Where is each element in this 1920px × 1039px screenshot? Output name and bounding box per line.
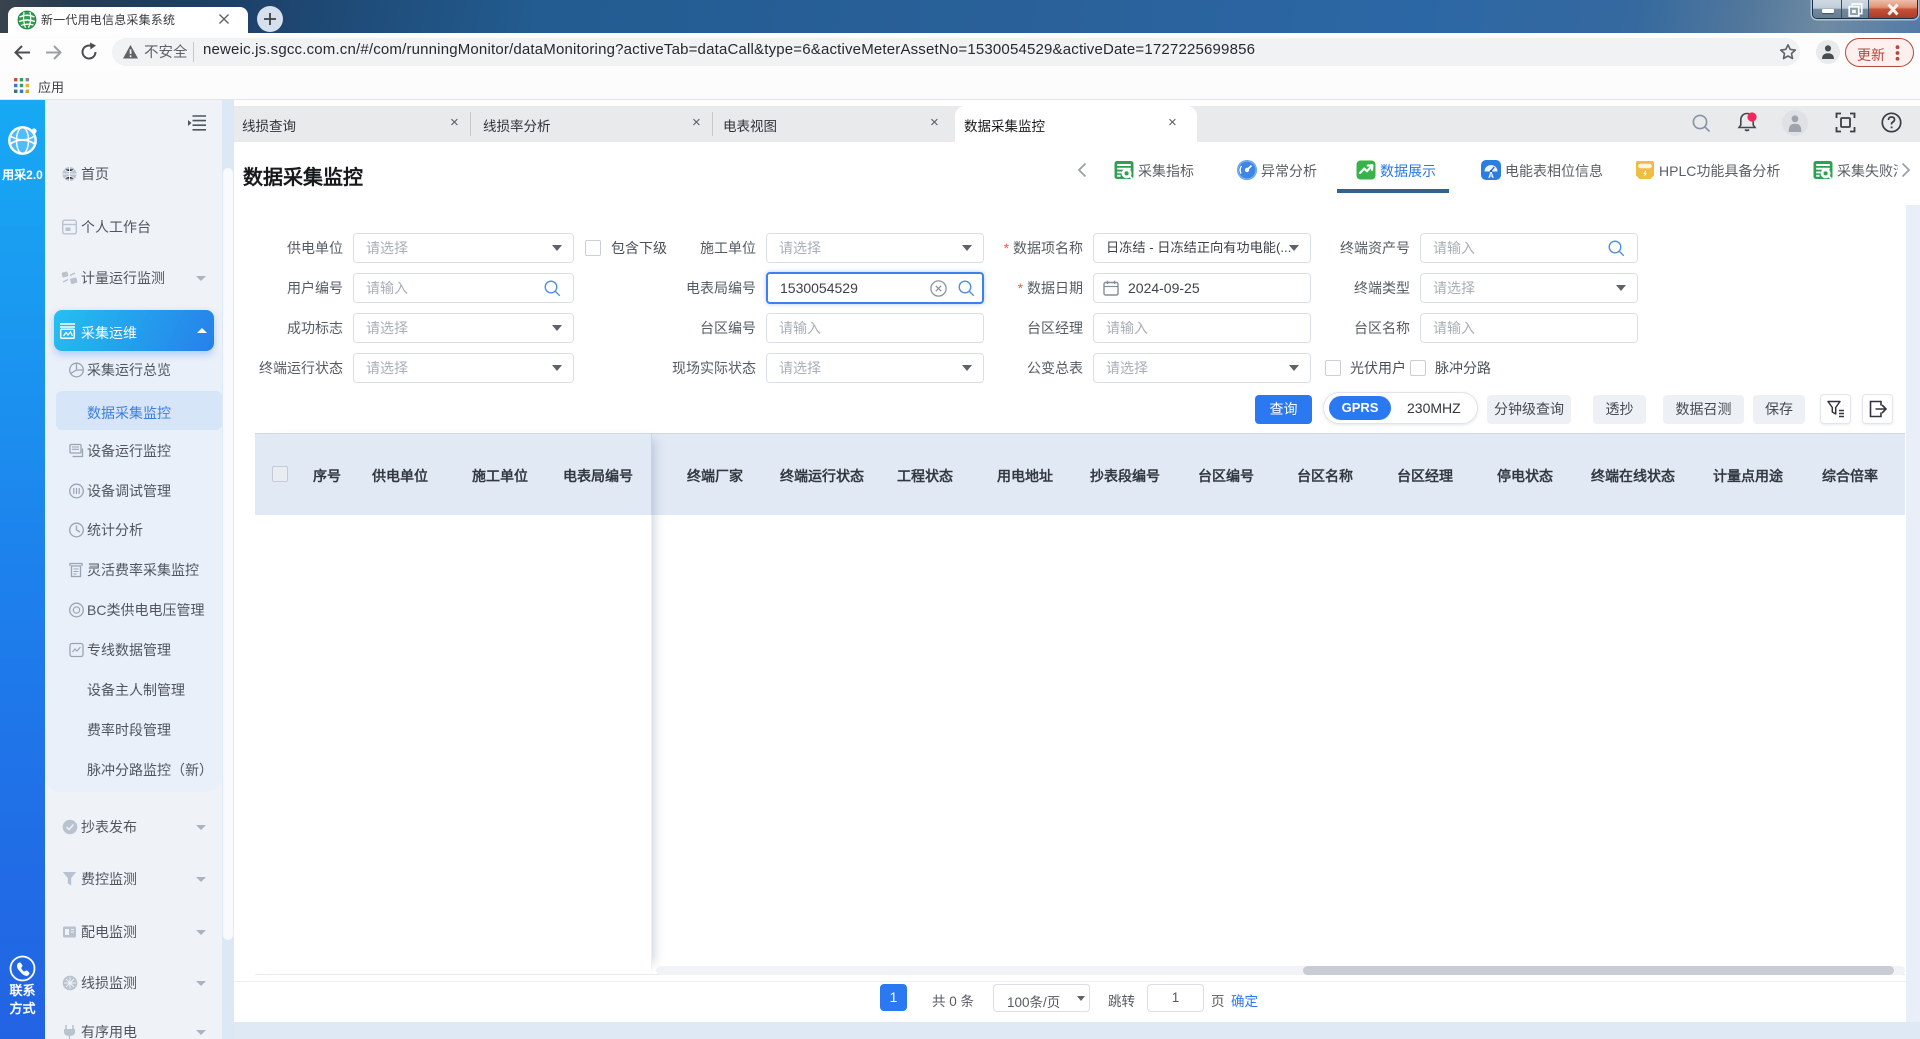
svg-text:A: A xyxy=(1488,171,1494,180)
